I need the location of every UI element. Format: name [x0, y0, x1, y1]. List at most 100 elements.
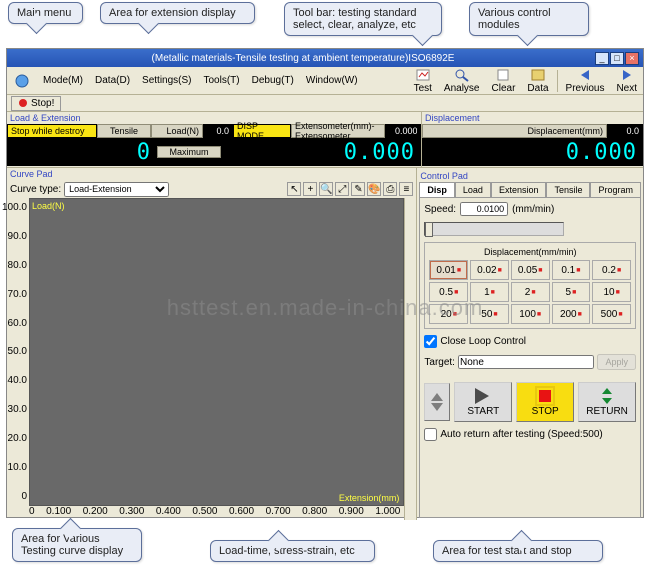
toolbar-data[interactable]: Data	[521, 66, 554, 95]
app-window: (Metallic materials-Tensile testing at a…	[6, 48, 644, 518]
close-loop-label: Close Loop Control	[440, 336, 526, 347]
displacement-value[interactable]	[617, 126, 639, 136]
return-icon	[599, 388, 615, 404]
data-icon	[529, 67, 547, 83]
control-tabs: Disp Load Extension Tensile Program	[419, 182, 641, 198]
stop-button[interactable]: Stop!	[11, 96, 61, 111]
control-pad-title: Control Pad	[419, 170, 641, 182]
led-displacement: 0.000	[422, 140, 643, 165]
apply-button[interactable]: Apply	[597, 354, 636, 370]
grid-cell[interactable]: 100■	[511, 304, 550, 324]
target-label: Target:	[424, 357, 455, 368]
curve-type-select[interactable]: Load-Extension	[64, 182, 169, 197]
jog-buttons[interactable]	[424, 383, 450, 421]
arrow-up-icon	[430, 392, 444, 402]
displacement-grid-label: Displacement(mm/min)	[429, 247, 631, 257]
stop-test-button[interactable]: STOP	[516, 382, 574, 422]
menu-data[interactable]: Data(D)	[89, 74, 136, 87]
displacement-grid: 0.01■ 0.02■ 0.05■ 0.1■ 0.2■ 0.5■ 1■ 2■ 5…	[429, 260, 631, 324]
export-icon[interactable]: ≡	[399, 182, 413, 196]
scrollbar-v[interactable]	[404, 198, 416, 520]
extensometer-value[interactable]	[395, 126, 417, 136]
callout-load-time: Load-time, stress-strain, etc	[210, 540, 375, 562]
speed-slider[interactable]	[424, 222, 564, 236]
titlebar[interactable]: (Metallic materials-Tensile testing at a…	[7, 49, 643, 67]
curve-type-label: Curve type:	[10, 184, 61, 195]
auto-return-checkbox[interactable]	[424, 428, 437, 441]
speed-input[interactable]	[460, 202, 508, 216]
menu-tools[interactable]: Tools(T)	[198, 74, 246, 87]
pen-icon[interactable]: ✎	[351, 182, 365, 196]
tab-extension[interactable]: Extension	[491, 182, 547, 197]
crosshair-icon[interactable]: +	[303, 182, 317, 196]
callout-toolbar: Tool bar: testing standard select, clear…	[284, 2, 442, 36]
control-pad: Control Pad Disp Load Extension Tensile …	[417, 168, 643, 520]
toolbar-clear[interactable]: Clear	[486, 66, 522, 95]
grid-cell[interactable]: 2■	[511, 282, 550, 302]
menu-mode[interactable]: Mode(M)	[37, 74, 89, 87]
maximize-button[interactable]: □	[610, 52, 624, 65]
clear-icon	[494, 67, 512, 83]
tensile-label: Tensile	[97, 124, 151, 138]
toolbar-analyse[interactable]: Analyse	[438, 66, 486, 95]
disp-mode-label: DISP MODE	[233, 124, 291, 138]
grid-cell[interactable]: 20■	[429, 304, 468, 324]
toolbar-previous[interactable]: Previous	[560, 66, 611, 95]
close-loop-checkbox[interactable]	[424, 335, 437, 348]
target-input[interactable]	[458, 355, 595, 369]
app-icon[interactable]	[7, 72, 37, 90]
grid-cell[interactable]: 5■	[552, 282, 591, 302]
grid-cell[interactable]: 0.02■	[470, 260, 509, 280]
toolbar-test[interactable]: Test	[408, 66, 438, 95]
tab-load[interactable]: Load	[455, 182, 491, 197]
zoom-icon[interactable]: 🔍	[319, 182, 333, 196]
return-button[interactable]: RETURN	[578, 382, 636, 422]
grid-cell[interactable]: 0.01■	[429, 260, 468, 280]
analyse-icon	[453, 67, 471, 83]
displacement-label: Displacement(mm)	[422, 124, 607, 138]
led-extension: 0.000	[221, 140, 421, 165]
tab-disp[interactable]: Disp	[419, 182, 455, 197]
grid-cell[interactable]: 0.05■	[511, 260, 550, 280]
tab-program[interactable]: Program	[590, 182, 641, 197]
menu-window[interactable]: Window(W)	[300, 74, 364, 87]
minimize-button[interactable]: _	[595, 52, 609, 65]
fit-icon[interactable]: ⤢	[335, 182, 349, 196]
panel-title-disp: Displacement	[422, 112, 643, 124]
palette-icon[interactable]: 🎨	[367, 182, 381, 196]
speed-unit: (mm/min)	[512, 204, 554, 215]
grid-cell[interactable]: 200■	[552, 304, 591, 324]
auto-return-label: Auto return after testing (Speed:500)	[440, 429, 602, 440]
callout-extension-area: Area for extension display	[100, 2, 255, 24]
grid-cell[interactable]: 1■	[470, 282, 509, 302]
load-value[interactable]	[207, 126, 229, 136]
close-button[interactable]: ×	[625, 52, 639, 65]
displacement-panel: Displacement Displacement(mm) 0.000	[422, 112, 643, 167]
grid-cell[interactable]: 0.2■	[592, 260, 631, 280]
load-label: Load(N)	[151, 124, 203, 138]
print-icon[interactable]: ⎙	[383, 182, 397, 196]
speed-label: Speed:	[424, 204, 456, 215]
grid-cell[interactable]: 0.1■	[552, 260, 591, 280]
next-icon	[618, 67, 636, 83]
stop-icon	[18, 98, 28, 108]
prev-icon	[576, 67, 594, 83]
pointer-icon[interactable]: ↖	[287, 182, 301, 196]
grid-cell[interactable]: 0.5■	[429, 282, 468, 302]
menu-debug[interactable]: Debug(T)	[246, 74, 300, 87]
start-button[interactable]: START	[454, 382, 512, 422]
tab-tensile[interactable]: Tensile	[546, 182, 590, 197]
chart-area[interactable]: Load(N) Extension(mm)	[29, 198, 404, 506]
grid-cell[interactable]: 50■	[470, 304, 509, 324]
toolbar-next[interactable]: Next	[610, 66, 643, 95]
stop-square-icon	[537, 388, 553, 404]
grid-cell[interactable]: 10■	[592, 282, 631, 302]
main-menu: Mode(M) Data(D) Settings(S) Tools(T) Deb…	[7, 67, 643, 95]
grid-cell[interactable]: 500■	[592, 304, 631, 324]
callout-modules: Various control modules	[469, 2, 589, 36]
play-icon	[475, 388, 491, 404]
menu-settings[interactable]: Settings(S)	[136, 74, 197, 87]
y-axis-label: Load(N)	[32, 201, 65, 211]
stop-while-destroy-label: Stop while destroy	[7, 124, 97, 138]
curve-pad-title: Curve Pad	[7, 168, 416, 180]
